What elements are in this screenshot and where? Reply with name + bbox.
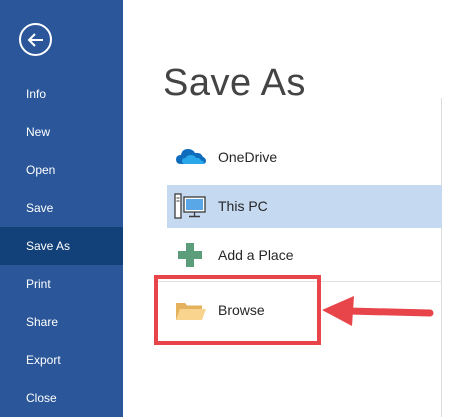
location-label: OneDrive: [218, 149, 278, 165]
save-as-panel: Save As OneDrive This PC Add a Place Bro…: [123, 0, 466, 417]
location-this-pc[interactable]: This PC: [167, 185, 442, 228]
backstage-sidebar: Info New Open Save Save As Print Share E…: [0, 0, 123, 417]
sidebar-item-share[interactable]: Share: [0, 303, 123, 341]
sidebar-item-save[interactable]: Save: [0, 189, 123, 227]
sidebar-item-print[interactable]: Print: [0, 265, 123, 303]
sidebar-item-export[interactable]: Export: [0, 341, 123, 379]
computer-icon: [174, 193, 206, 219]
annotation-arrow-icon: [322, 296, 434, 326]
location-label: This PC: [218, 198, 268, 214]
back-arrow-icon: [27, 32, 43, 47]
location-label: Add a Place: [218, 247, 294, 263]
cloud-icon: [176, 149, 206, 164]
annotation-highlight-box: [154, 275, 321, 345]
plus-icon: [178, 243, 202, 267]
back-button[interactable]: [19, 23, 52, 56]
sidebar-item-save-as[interactable]: Save As: [0, 227, 123, 265]
sidebar-item-open[interactable]: Open: [0, 151, 123, 189]
sidebar-item-info[interactable]: Info: [0, 75, 123, 113]
sidebar-item-new[interactable]: New: [0, 113, 123, 151]
sidebar-item-close[interactable]: Close: [0, 379, 123, 417]
page-title: Save As: [163, 62, 306, 104]
location-onedrive[interactable]: OneDrive: [167, 136, 442, 179]
location-add-a-place[interactable]: Add a Place: [167, 234, 442, 277]
